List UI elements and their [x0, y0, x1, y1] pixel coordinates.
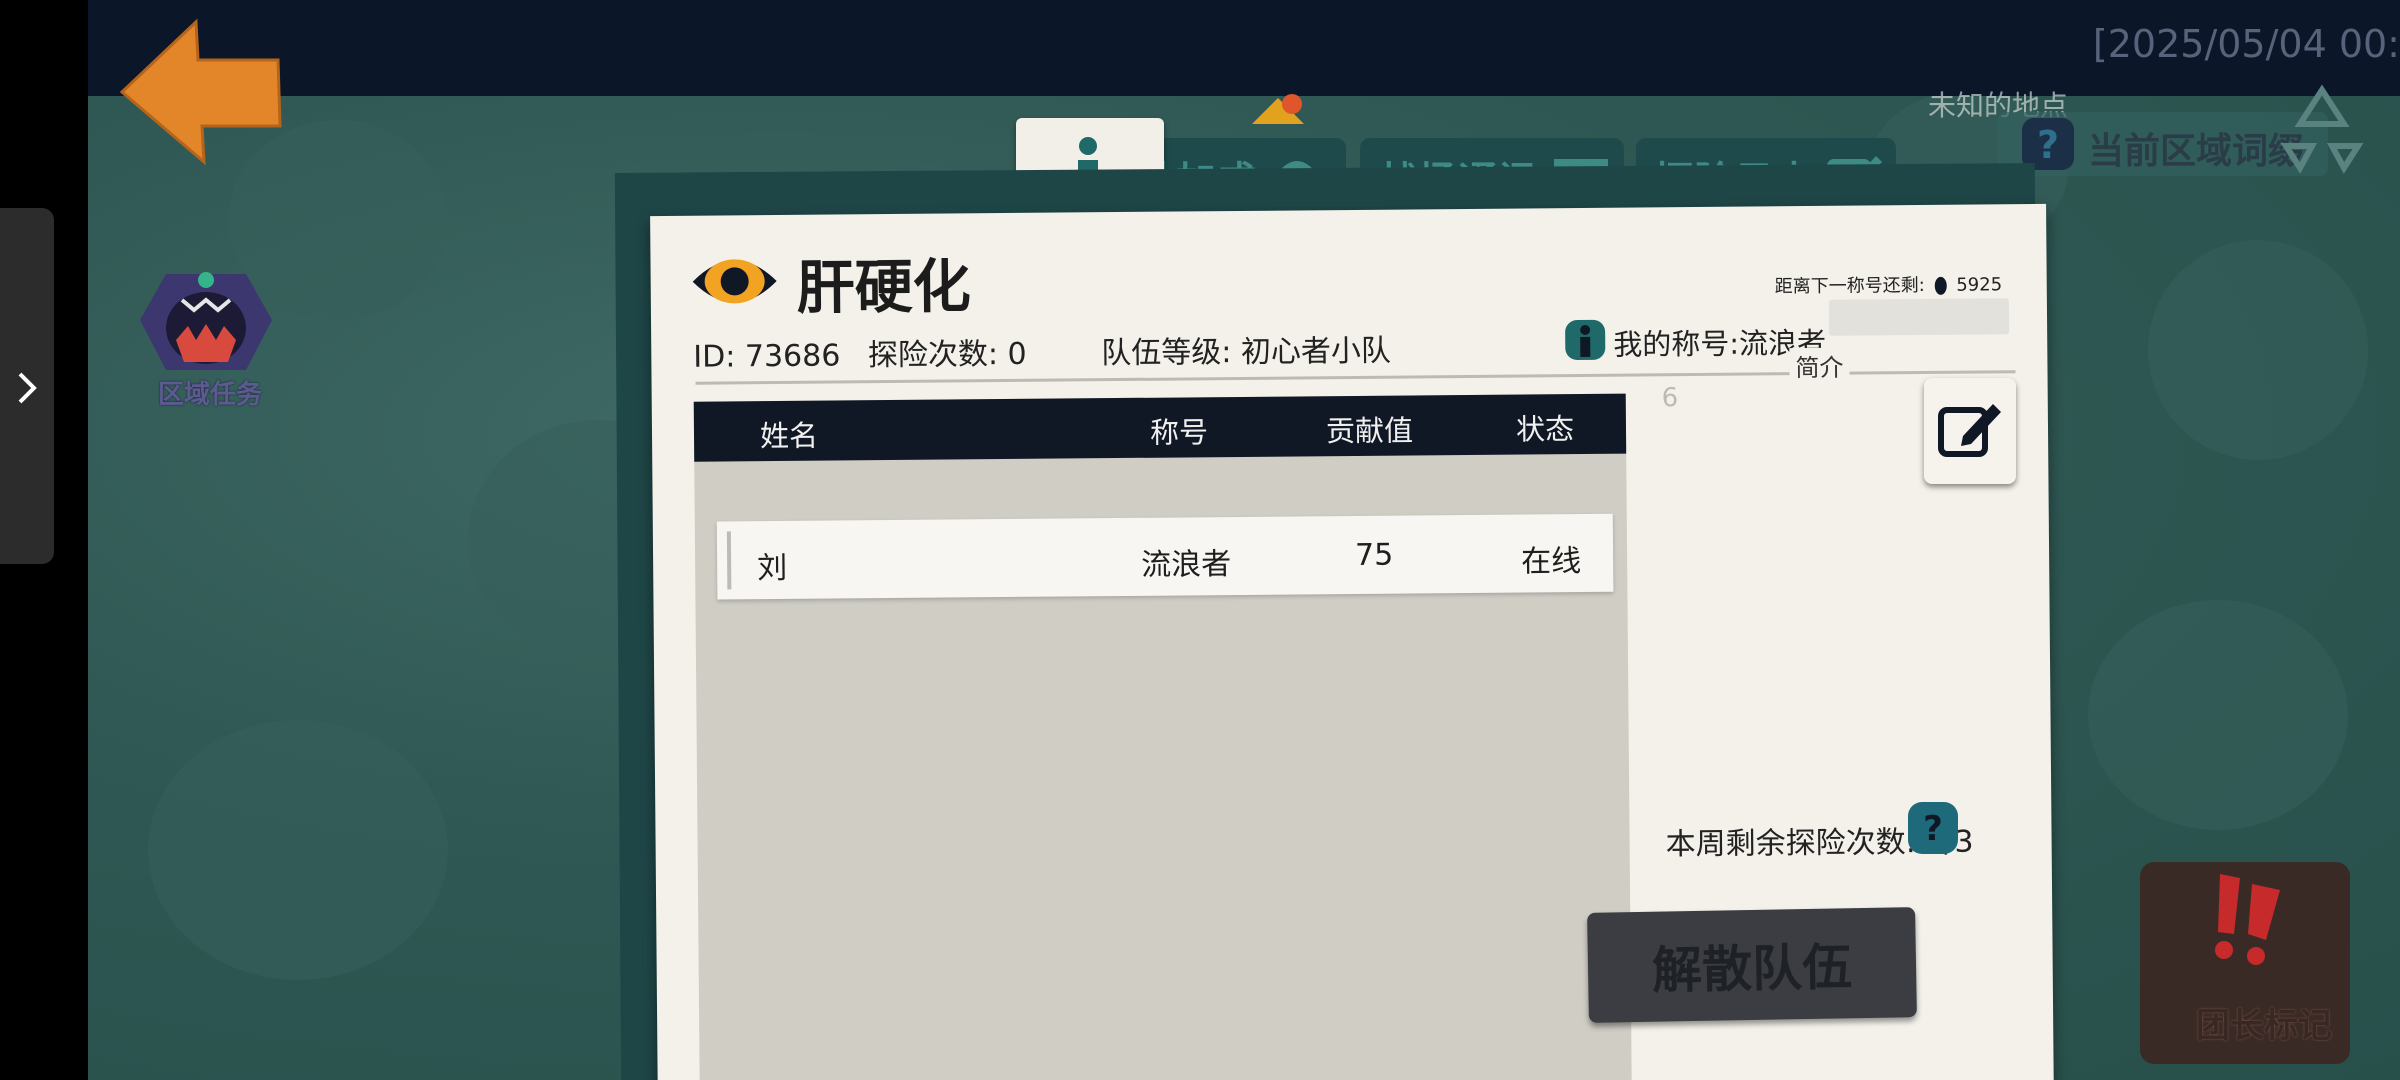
- row-indicator: [726, 531, 732, 590]
- member-name: 刘: [757, 550, 788, 587]
- timestamp: [2025/05/04 00:: [2092, 22, 2400, 66]
- svg-text:?: ?: [2037, 123, 2059, 167]
- team-level: 队伍等级: 初心者小队: [1101, 333, 1392, 372]
- redacted-name: [1828, 298, 2010, 336]
- recycle-icon[interactable]: [2272, 84, 2372, 174]
- table-header: 姓名 称号 贡献值 状态: [693, 393, 1627, 462]
- svg-text:?: ?: [1923, 809, 1943, 849]
- side-drawer-toggle[interactable]: [0, 208, 54, 564]
- member-title: 流浪者: [1141, 547, 1232, 583]
- edit-icon: [1938, 404, 2001, 457]
- exclamation-icon: [2215, 874, 2280, 965]
- intro-label: 简介: [1789, 347, 1850, 384]
- leader-mark-button[interactable]: 团长标记: [2140, 862, 2350, 1064]
- top-bar: [2025/05/04 00:: [88, 0, 2400, 96]
- eye-icon: [692, 259, 777, 304]
- table-row[interactable]: 刘 流浪者 75 在线: [716, 513, 1614, 600]
- column-header-name: 姓名: [759, 418, 819, 454]
- column-header-title: 称号: [1149, 415, 1209, 450]
- team-name: 肝硬化: [796, 252, 972, 322]
- monster-icon: [140, 272, 272, 370]
- game-scene: [2025/05/04 00: 未知的地点 区域任务 累计加成 战场通讯: [88, 0, 2400, 1080]
- member-contribution: 75: [1354, 537, 1394, 573]
- leader-mark-label: 团长标记: [2196, 1006, 2332, 1046]
- disband-team-button[interactable]: 解散队伍: [1587, 907, 1917, 1023]
- region-task-button[interactable]: 区域任务: [136, 270, 286, 410]
- next-title-info: 距离下一称号还剩: 5925: [1775, 270, 2003, 298]
- region-task-label: 区域任务: [158, 380, 263, 410]
- intro-text: 6: [1661, 383, 1679, 414]
- next-title-points: 5925: [1956, 274, 2003, 296]
- back-arrow-button[interactable]: [118, 16, 286, 168]
- team-id-value: ID: 73686: [693, 338, 841, 375]
- column-header-status: 状态: [1515, 412, 1575, 447]
- next-title-label: 距离下一称号还剩:: [1774, 274, 1925, 298]
- title-badge-icon: [1565, 319, 1606, 361]
- member-table: 姓名 称号 贡献值 状态 刘 流浪者 75 在线: [693, 393, 1633, 1080]
- expedition-count: 探险次数: 0: [867, 336, 1027, 374]
- help-icon[interactable]: ?: [1906, 800, 1960, 856]
- member-status: 在线: [1520, 543, 1582, 580]
- team-id: ID: 73686 探险次数: 0: [693, 329, 1027, 376]
- map-marker-icon: [1252, 94, 1304, 124]
- edit-intro-button[interactable]: [1924, 378, 2016, 484]
- column-header-contribution: 贡献值: [1325, 413, 1414, 449]
- chevron-right-icon: [18, 372, 37, 404]
- coin-icon: [1934, 276, 1947, 295]
